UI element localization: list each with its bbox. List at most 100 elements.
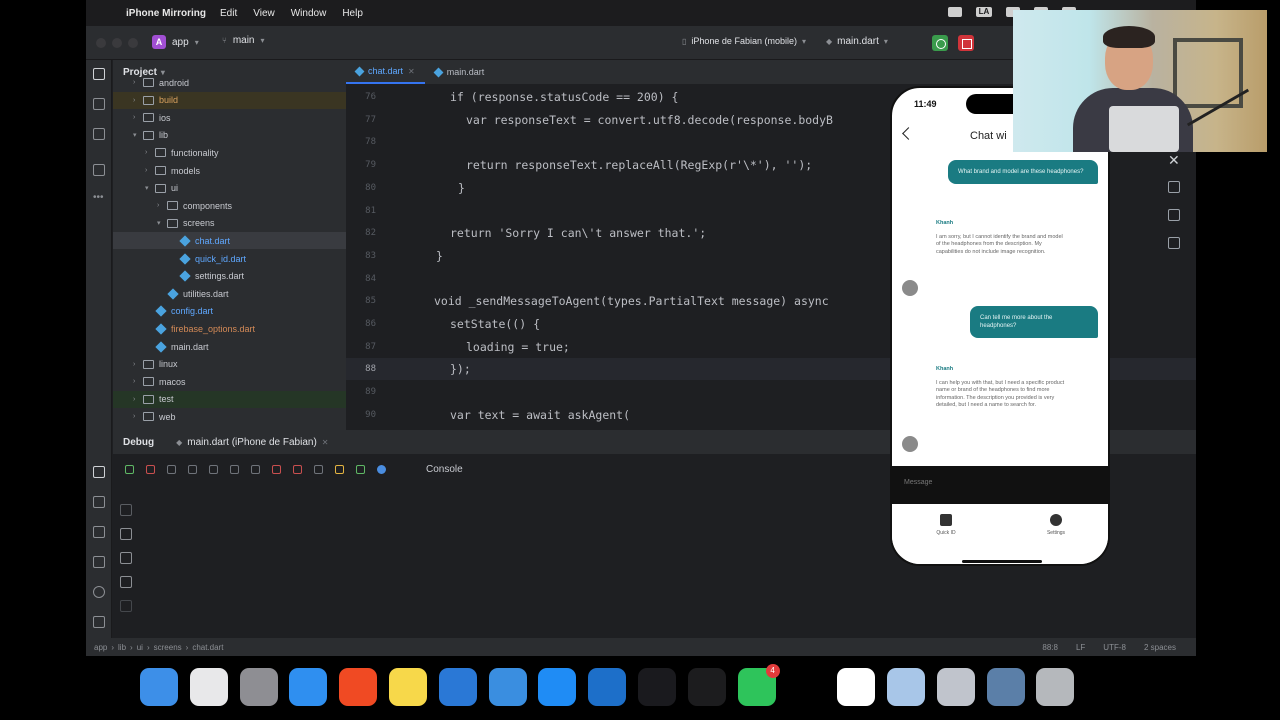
breadcrumb-item[interactable]: app	[94, 643, 107, 652]
iphone-mirroring-icon[interactable]	[936, 668, 975, 706]
services-tool-icon[interactable]	[93, 526, 105, 538]
flutter-inspector-icon[interactable]	[356, 464, 365, 474]
trash-icon[interactable]	[1036, 668, 1075, 706]
tree-folder-lib[interactable]: ▾ lib	[113, 127, 346, 144]
device-frame-icon[interactable]	[1168, 181, 1180, 193]
line-number[interactable]: 78	[346, 137, 376, 147]
chevron-right-icon[interactable]: ›	[133, 79, 143, 86]
intellij-icon[interactable]	[637, 668, 676, 706]
whatsapp-icon[interactable]: 4	[737, 664, 780, 706]
line-number[interactable]: 87	[346, 342, 376, 352]
inspect-icon[interactable]	[1168, 237, 1180, 249]
plugins-tool-icon[interactable]	[93, 496, 105, 508]
stop-icon[interactable]	[146, 464, 155, 474]
finder-icon[interactable]	[140, 668, 178, 706]
pull-requests-tool-icon[interactable]	[93, 128, 105, 140]
line-number[interactable]: 80	[346, 183, 376, 193]
iphone-mirror[interactable]: 11:49 Chat wi What brand and model are t…	[890, 86, 1110, 566]
stop-button[interactable]	[958, 35, 974, 51]
breadcrumb-item[interactable]: screens	[154, 643, 182, 652]
line-number[interactable]: 77	[346, 115, 376, 125]
simulator-icon[interactable]	[488, 668, 527, 706]
menu-app-name[interactable]: iPhone Mirroring	[126, 8, 206, 19]
minimize-window-button[interactable]	[112, 38, 122, 48]
more-tools-icon[interactable]: •••	[93, 192, 105, 204]
close-icon[interactable]: ✕	[408, 67, 415, 76]
tree-folder-ios[interactable]: › ios	[113, 109, 346, 126]
close-icon[interactable]: ✕	[322, 438, 329, 447]
notes-icon[interactable]	[388, 668, 427, 706]
line-number[interactable]: 81	[346, 206, 376, 216]
chevron-right-icon[interactable]: ›	[157, 202, 167, 209]
debug-session-tab[interactable]: ◆ main.dart (iPhone de Fabian) ✕	[176, 437, 328, 448]
pen-icon[interactable]	[1168, 209, 1180, 221]
tree-folder-macos[interactable]: › macos	[113, 373, 346, 390]
breadcrumb-item[interactable]: lib	[118, 643, 126, 652]
device-selector[interactable]: ▯ iPhone de Fabian (mobile) ▾	[682, 36, 806, 46]
terminal-tool-icon[interactable]	[93, 556, 105, 568]
tab-main-dart[interactable]: main.dart	[425, 60, 495, 84]
structure-tool-icon[interactable]	[93, 164, 105, 176]
back-arrow-icon[interactable]	[902, 127, 915, 140]
view-breakpoints-icon[interactable]	[272, 464, 281, 474]
tab-chat-dart[interactable]: chat.dart ✕	[346, 60, 425, 84]
safari-icon[interactable]	[289, 668, 328, 706]
zoom-window-button[interactable]	[128, 38, 138, 48]
problems-tool-icon[interactable]	[93, 586, 105, 598]
chevron-right-icon[interactable]: ›	[133, 378, 143, 385]
chevron-down-icon[interactable]: ▾	[133, 131, 143, 139]
tree-folder-components[interactable]: › components	[113, 197, 346, 214]
brave-icon[interactable]	[339, 668, 378, 706]
debug-title[interactable]: Debug	[123, 437, 154, 448]
screenshot-icon[interactable]	[314, 464, 323, 474]
arc-icon[interactable]	[837, 668, 876, 706]
hot-restart-button[interactable]	[932, 35, 948, 51]
line-number[interactable]: 89	[346, 387, 376, 397]
pause-icon[interactable]	[188, 464, 197, 474]
nav-item-quick-id[interactable]: Quick ID	[926, 514, 966, 536]
line-number[interactable]: 79	[346, 160, 376, 170]
tree-folder-linux[interactable]: › linux	[113, 356, 346, 373]
tree-folder-web[interactable]: › web	[113, 408, 346, 425]
rerun-icon[interactable]	[125, 464, 134, 474]
resume-icon[interactable]	[167, 464, 176, 474]
screen-mirror-icon[interactable]	[948, 7, 962, 17]
line-number[interactable]: 85	[346, 296, 376, 306]
step-into-icon[interactable]	[230, 464, 239, 474]
home-indicator[interactable]	[962, 560, 1042, 563]
line-number[interactable]: 86	[346, 319, 376, 329]
visual-studio-icon[interactable]	[787, 668, 826, 706]
indent-setting[interactable]: 2 spaces	[1144, 643, 1176, 652]
tree-file-chat-dart[interactable]: chat.dart	[113, 232, 346, 250]
chevron-right-icon[interactable]: ›	[133, 396, 143, 403]
line-separator[interactable]: LF	[1076, 643, 1085, 652]
line-number[interactable]: 90	[346, 410, 376, 420]
chevron-right-icon[interactable]: ›	[133, 97, 143, 104]
chevron-right-icon[interactable]: ›	[145, 149, 155, 156]
mute-breakpoints-icon[interactable]	[293, 464, 302, 474]
git-tool-icon[interactable]	[93, 616, 105, 628]
breadcrumb-item[interactable]: ui	[137, 643, 143, 652]
up-arrow-icon[interactable]	[120, 504, 132, 516]
line-number[interactable]: 84	[346, 274, 376, 284]
tree-folder-functionality[interactable]: › functionality	[113, 144, 346, 161]
cursor-position[interactable]: 88:8	[1042, 643, 1058, 652]
line-number[interactable]: 76	[346, 92, 376, 102]
close-window-button[interactable]	[96, 38, 106, 48]
clear-console-icon[interactable]	[120, 600, 132, 612]
line-number[interactable]: 83	[346, 251, 376, 261]
tree-folder-build[interactable]: › build	[113, 91, 346, 109]
branch-selector[interactable]: ⑂ main ▾	[222, 35, 265, 46]
tree-file-main-dart[interactable]: main.dart	[113, 338, 346, 355]
chevron-right-icon[interactable]: ›	[133, 114, 143, 121]
tree-file-quick-id-dart[interactable]: quick_id.dart	[113, 250, 346, 267]
project-tool-icon[interactable]	[93, 68, 105, 80]
tree-folder-android[interactable]: › android	[113, 74, 346, 91]
debug-tool-icon[interactable]	[93, 466, 105, 478]
menu-help[interactable]: Help	[342, 8, 363, 19]
tree-folder-screens[interactable]: ▾ screens	[113, 215, 346, 232]
chevron-down-icon[interactable]: ▾	[157, 219, 167, 227]
line-number[interactable]: 82	[346, 228, 376, 238]
input-source-indicator[interactable]: LA	[976, 7, 992, 17]
menu-edit[interactable]: Edit	[220, 8, 237, 19]
